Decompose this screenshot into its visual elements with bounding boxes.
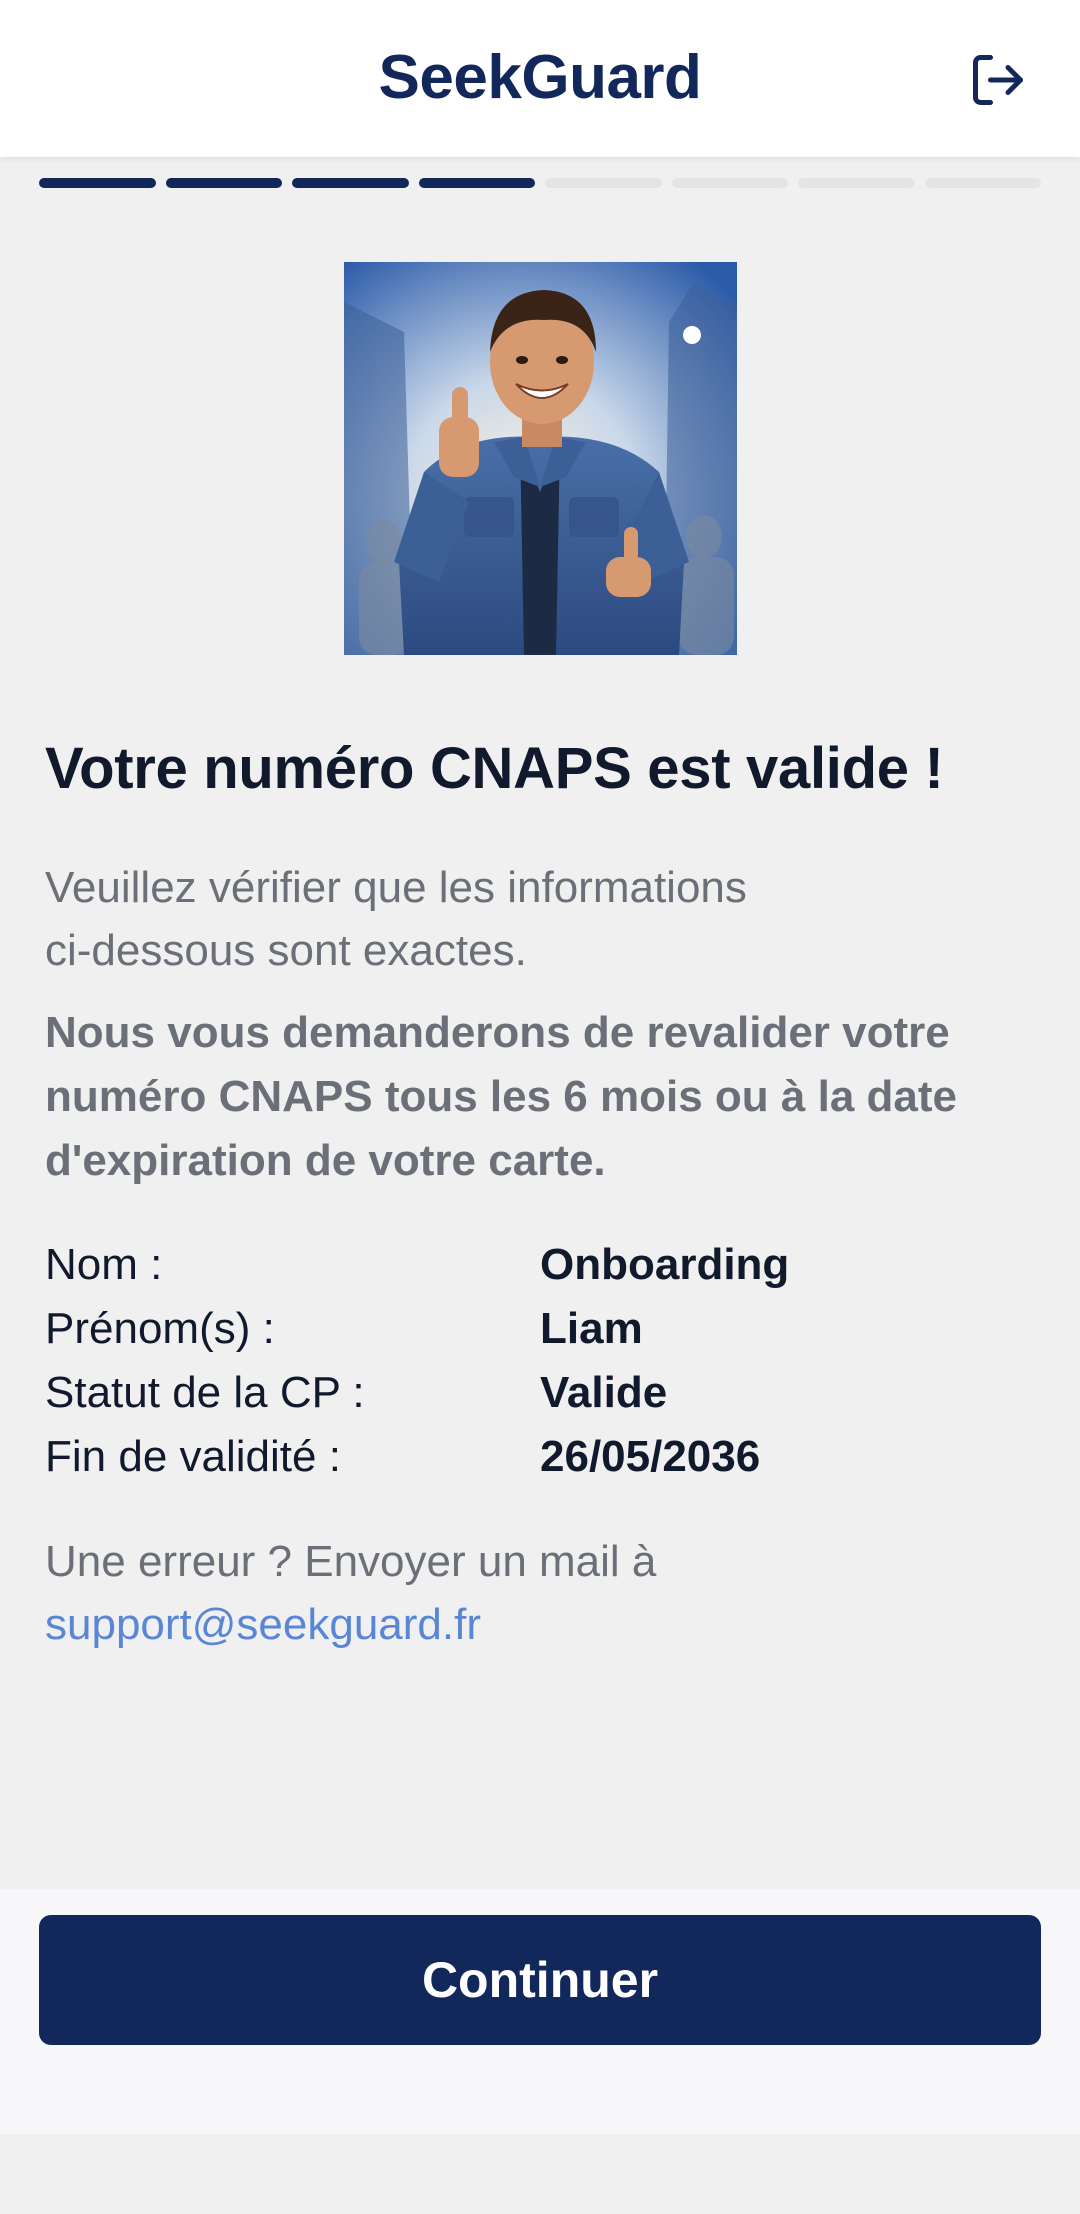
- app-header: SeekGuard: [0, 0, 1080, 157]
- info-value: 26/05/2036: [540, 1432, 761, 1481]
- error-contact: Une erreur ? Envoyer un mail à support@s…: [45, 1530, 1045, 1656]
- logout-button[interactable]: [966, 48, 1030, 112]
- info-row-fin-validite: Fin de validité : 26/05/2036: [45, 1425, 1045, 1489]
- continue-button[interactable]: Continuer: [39, 1915, 1041, 2045]
- info-value: Onboarding: [540, 1240, 790, 1289]
- progress-step: [924, 178, 1041, 188]
- info-label: Statut de la CP :: [45, 1368, 365, 1417]
- info-value: Valide: [540, 1368, 668, 1417]
- error-text: Une erreur ? Envoyer un mail à: [45, 1537, 657, 1586]
- page-title: Votre numéro CNAPS est valide !: [45, 736, 944, 801]
- info-row-prenom: Prénom(s) : Liam: [45, 1297, 1045, 1361]
- brand-logo: SeekGuard: [378, 43, 702, 112]
- footer-bar: Continuer: [0, 1889, 1080, 2134]
- support-email-link[interactable]: support@seekguard.fr: [45, 1600, 481, 1649]
- cnaps-info-list: Nom : Onboarding Prénom(s) : Liam Statut…: [45, 1233, 1045, 1489]
- logout-icon: [973, 55, 1023, 105]
- info-label: Fin de validité :: [45, 1432, 341, 1481]
- onboarding-progress: [39, 178, 1041, 188]
- info-row-statut: Statut de la CP : Valide: [45, 1361, 1045, 1425]
- progress-step: [292, 178, 409, 188]
- revalidation-notice: Nous vous demanderons de revalider votre…: [45, 1008, 957, 1185]
- progress-step: [165, 178, 282, 188]
- app-screen: SeekGuard Votre numéro CNAPS est valide …: [0, 0, 1080, 2214]
- progress-step: [39, 178, 156, 188]
- info-value: Liam: [540, 1304, 643, 1353]
- instruction-line: ci-dessous sont exactes.: [45, 926, 527, 975]
- info-label: Nom :: [45, 1240, 163, 1289]
- progress-step: [418, 178, 535, 188]
- progress-step: [545, 178, 662, 188]
- security-guard-thumbs-up-illustration: [344, 262, 737, 655]
- progress-step: [798, 178, 915, 188]
- instruction-text: Veuillez vérifier que les informations c…: [45, 856, 945, 982]
- instruction-line: Veuillez vérifier que les informations: [45, 863, 747, 912]
- progress-step: [671, 178, 788, 188]
- info-label: Prénom(s) :: [45, 1304, 275, 1353]
- info-row-nom: Nom : Onboarding: [45, 1233, 1045, 1297]
